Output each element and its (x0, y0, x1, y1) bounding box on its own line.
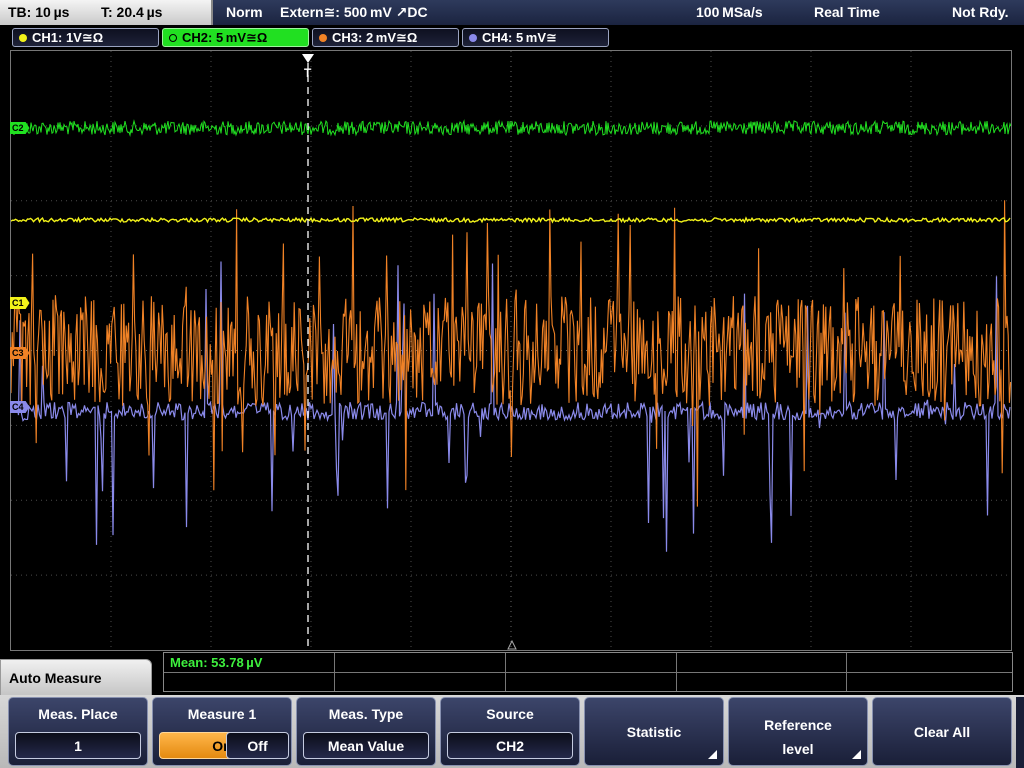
ch2-waveform (11, 119, 1011, 137)
timebase-readout: TB: 10 µs (8, 4, 70, 20)
menu-title: Auto Measure (0, 659, 152, 697)
ch1-color-dot-icon (19, 33, 27, 42)
softkey-label: Clear All (913, 724, 971, 740)
ch3-offset-marker[interactable]: C3 (10, 347, 30, 359)
status-bar: TB: 10 µs T: 20.4 µs Norm Extern≅: 500 m… (0, 0, 1024, 25)
channel-tab-label: CH4: 5 mV≅ (482, 29, 557, 45)
channel-tab-label: CH1: 1V≅Ω (32, 29, 104, 45)
source-value[interactable]: CH2 (447, 732, 573, 759)
measure1-softkey[interactable]: Measure 1 On Off (152, 697, 292, 766)
ch2-color-dot-icon (169, 33, 177, 42)
softkey-label: Measure 1 (187, 706, 257, 722)
trigger-source[interactable]: Extern≅: 500 mV ↗DC (280, 4, 428, 21)
softkey-label-line2: level (782, 741, 814, 757)
softkey-label: Meas. Type (328, 706, 404, 722)
timebase-box[interactable]: TB: 10 µs T: 20.4 µs (0, 0, 213, 25)
reference-level-softkey[interactable]: Reference level (728, 697, 868, 766)
waveform-display[interactable]: T C2 C1 C3 C4 (10, 50, 1012, 651)
center-position-icon (507, 639, 517, 650)
ch3-color-dot-icon (319, 33, 327, 42)
measurement-readout: Mean: 53.78 µV (163, 652, 1013, 692)
mean-value-readout: Mean: 53.78 µV (170, 655, 263, 670)
submenu-arrow-icon (708, 750, 717, 759)
softkey-label: Statistic (626, 724, 682, 740)
channel-tab-label: CH2: 5 mV≅Ω (182, 29, 268, 45)
trigger-time-readout: T: 20.4 µs (101, 4, 163, 20)
meas-type-softkey[interactable]: Meas. Type Mean Value (296, 697, 436, 766)
meas-place-value[interactable]: 1 (15, 732, 141, 759)
clear-all-softkey[interactable]: Clear All (872, 697, 1012, 766)
softkey-label: Source (486, 706, 534, 722)
source-softkey[interactable]: Source CH2 (440, 697, 580, 766)
trigger-mode[interactable]: Norm (226, 4, 263, 20)
meas-place-softkey[interactable]: Meas. Place 1 (8, 697, 148, 766)
sample-rate: 100 MSa/s (696, 4, 763, 20)
channel-tab-ch2[interactable]: CH2: 5 mV≅Ω (162, 28, 309, 47)
channel-tab-ch1[interactable]: CH1: 1V≅Ω (12, 28, 159, 47)
statistic-softkey[interactable]: Statistic (584, 697, 724, 766)
ch4-offset-marker[interactable]: C4 (10, 401, 30, 413)
trigger-marker-label: T (304, 66, 312, 80)
submenu-arrow-icon (852, 750, 861, 759)
trigger-marker-icon (302, 54, 314, 63)
channel-tab-ch4[interactable]: CH4: 5 mV≅ (462, 28, 609, 47)
softkey-label-line1: Reference (764, 717, 832, 733)
measure1-off-toggle[interactable]: Off (226, 732, 289, 759)
meas-type-value[interactable]: Mean Value (303, 732, 429, 759)
ch4-color-dot-icon (469, 33, 477, 42)
channel-tab-label: CH3: 2 mV≅Ω (332, 29, 418, 45)
ch2-offset-marker[interactable]: C2 (10, 122, 30, 134)
softkey-label: Meas. Place (38, 706, 118, 722)
trigger-status: Not Rdy. (952, 4, 1009, 20)
softkey-bar: Meas. Place 1 Measure 1 On Off Meas. Typ… (0, 695, 1024, 768)
softkey-scroll-indicator[interactable] (1016, 697, 1024, 768)
waveform-canvas: T (11, 51, 1011, 650)
acquisition-mode: Real Time (814, 4, 880, 20)
channel-tab-ch3[interactable]: CH3: 2 mV≅Ω (312, 28, 459, 47)
ch1-offset-marker[interactable]: C1 (10, 297, 30, 309)
